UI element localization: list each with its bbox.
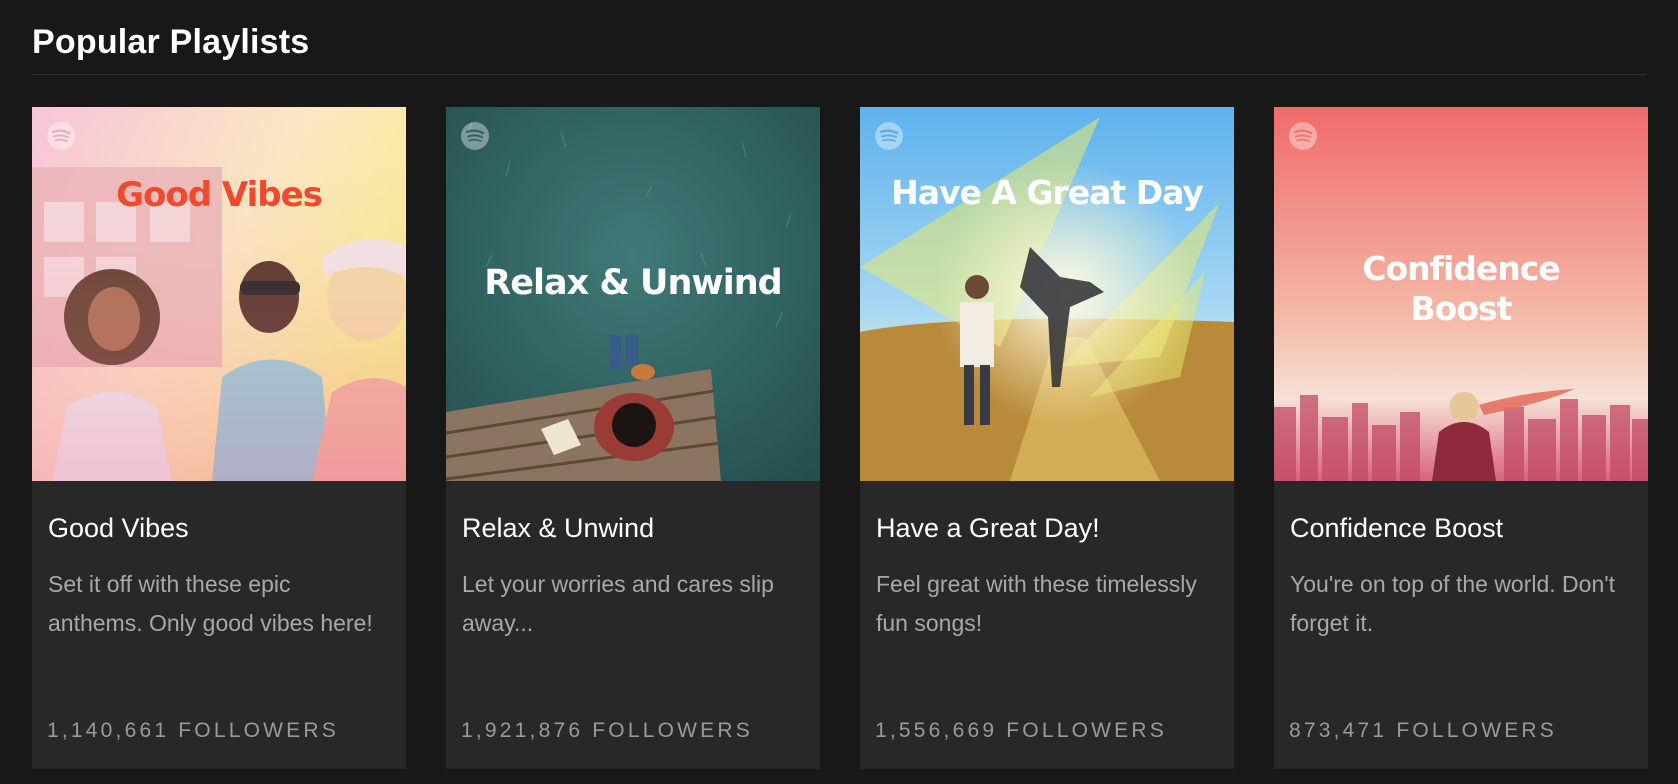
cover-title: Have A Great Day <box>891 173 1204 212</box>
playlist-cover[interactable]: Good Vibes <box>32 107 406 481</box>
playlist-card-have-a-great-day[interactable]: Have A Great Day Have a Great Day! Feel … <box>860 107 1234 769</box>
playlist-followers: 1,921,876 FOLLOWERS <box>461 719 753 742</box>
playlist-cover[interactable]: Have A Great Day <box>860 107 1234 481</box>
playlist-card-relax-unwind[interactable]: Relax & Unwind Relax & Unwind Let your w… <box>446 107 820 769</box>
playlist-card-confidence-boost[interactable]: Confidence Boost Confidence Boost You're… <box>1274 107 1648 769</box>
playlist-title[interactable]: Good Vibes <box>48 511 390 545</box>
playlist-description: Feel great with these timelessly fun son… <box>876 571 1197 636</box>
cover-artwork-good-vibes <box>32 107 406 481</box>
playlist-title[interactable]: Have a Great Day! <box>876 511 1218 545</box>
playlist-description: Let your worries and cares slip away... <box>462 571 774 636</box>
playlist-title[interactable]: Relax & Unwind <box>462 511 804 545</box>
playlist-info: Good Vibes Set it off with these epic an… <box>32 481 406 769</box>
spotify-logo-icon <box>47 122 75 150</box>
section-divider <box>32 74 1646 75</box>
playlist-followers: 1,556,669 FOLLOWERS <box>875 719 1167 742</box>
section-title: Popular Playlists <box>32 23 310 61</box>
cover-title: Relax & Unwind <box>484 263 782 303</box>
playlist-grid: Good Vibes Good Vibes Set it off with th… <box>32 107 1648 769</box>
cover-artwork-have-a-great-day <box>860 107 1234 481</box>
playlist-info: Confidence Boost You're on top of the wo… <box>1274 481 1648 769</box>
popular-playlists-section: Popular Playlists Good Vibes Good Vibes … <box>0 0 1678 784</box>
playlist-description: You're on top of the world. Don't forget… <box>1290 571 1616 636</box>
playlist-cover[interactable]: Relax & Unwind <box>446 107 820 481</box>
playlist-description: Set it off with these epic anthems. Only… <box>48 571 373 636</box>
playlist-info: Have a Great Day! Feel great with these … <box>860 481 1234 769</box>
playlist-followers: 873,471 FOLLOWERS <box>1289 719 1557 742</box>
spotify-logo-icon <box>1289 122 1317 150</box>
spotify-logo-icon <box>461 122 489 150</box>
playlist-info: Relax & Unwind Let your worries and care… <box>446 481 820 769</box>
cover-title: Good Vibes <box>116 175 323 215</box>
playlist-card-good-vibes[interactable]: Good Vibes Good Vibes Set it off with th… <box>32 107 406 769</box>
playlist-title[interactable]: Confidence Boost <box>1290 511 1632 545</box>
playlist-followers: 1,140,661 FOLLOWERS <box>47 719 339 742</box>
spotify-logo-icon <box>875 122 903 150</box>
cover-title: Confidence Boost <box>1362 249 1561 328</box>
playlist-cover[interactable]: Confidence Boost <box>1274 107 1648 481</box>
